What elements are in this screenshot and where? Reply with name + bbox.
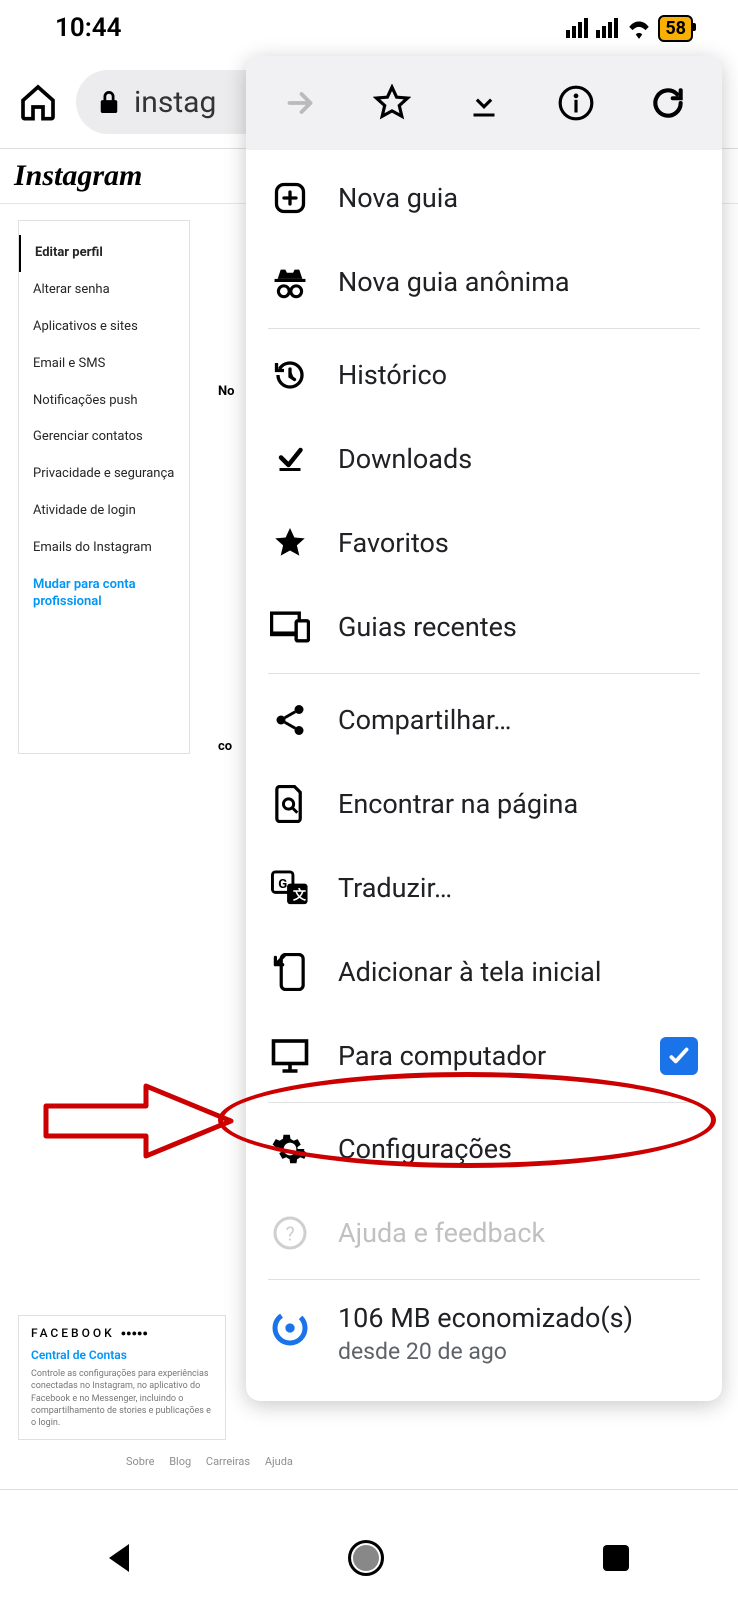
desktop-icon [270,1036,310,1076]
menu-find[interactable]: Encontrar na página [246,762,722,846]
menu-separator [268,1102,700,1103]
cutoff-text-2: co [218,739,235,754]
star-icon[interactable] [372,83,412,123]
gear-icon [270,1129,310,1169]
content-cutoff: No co [190,204,235,754]
facebook-accounts-center[interactable]: FACEBOOK●●●●● Central de Contas Controle… [18,1315,226,1440]
menu-help[interactable]: ? Ajuda e feedback [246,1191,722,1275]
android-nav-bar [0,1516,738,1600]
menu-desktop-site[interactable]: Para computador [246,1014,722,1098]
menu-history[interactable]: Histórico [246,333,722,417]
checkbox-checked-icon[interactable] [660,1037,698,1075]
share-icon [270,700,310,740]
status-icons: 58 [566,15,693,42]
history-icon [270,355,310,395]
home-icon[interactable] [18,82,58,122]
footer-link[interactable]: Blog [169,1455,191,1468]
help-icon: ? [270,1213,310,1253]
menu-incognito[interactable]: Nova guia anônima [246,240,722,324]
menu-bookmarks[interactable]: Favoritos [246,501,722,585]
sidebar-item-contacts[interactable]: Gerenciar contatos [19,419,189,456]
svg-text:G: G [278,877,287,892]
menu-downloads[interactable]: Downloads [246,417,722,501]
menu-label: Downloads [338,443,472,475]
lock-icon [98,89,120,115]
status-bar: 10:44 58 [0,0,738,56]
menu-toolbar [246,56,722,150]
sidebar-item-push[interactable]: Notificações push [19,383,189,420]
separator [0,1489,738,1490]
signal-icon-2 [596,18,618,38]
sidebar-item-emails[interactable]: Emails do Instagram [19,530,189,567]
annotation-arrow [36,1076,236,1166]
data-saver-since: desde 20 de ago [338,1338,633,1365]
info-icon[interactable] [556,83,596,123]
sidebar-item-privacy[interactable]: Privacidade e segurança [19,456,189,493]
menu-separator [268,673,700,674]
menu-label: Nova guia anônima [338,266,570,298]
battery-indicator: 58 [658,15,693,42]
menu-label: Histórico [338,359,447,391]
devices-icon [270,607,310,647]
home-button[interactable] [348,1540,384,1576]
sidebar-item-email-sms[interactable]: Email e SMS [19,346,189,383]
sidebar-item-edit-profile[interactable]: Editar perfil [19,235,189,272]
find-in-page-icon [270,784,310,824]
chrome-menu: Nova guia Nova guia anônima Histórico Do… [246,56,722,1401]
facebook-brand: FACEBOOK●●●●● [31,1326,213,1340]
svg-text:文: 文 [293,887,307,904]
footer-nav: Sobre Blog Carreiras Ajuda [120,1455,299,1468]
menu-recent-tabs[interactable]: Guias recentes [246,585,722,669]
menu-share[interactable]: Compartilhar… [246,678,722,762]
signal-icon-1 [566,18,588,38]
back-button[interactable] [109,1544,129,1572]
sidebar-item-switch-pro[interactable]: Mudar para conta profissional [19,567,189,621]
sidebar-item-apps[interactable]: Aplicativos e sites [19,309,189,346]
menu-separator [268,328,700,329]
data-saver-icon [270,1308,310,1348]
menu-label: Ajuda e feedback [338,1217,545,1249]
settings-sidebar: Editar perfil Alterar senha Aplicativos … [18,220,190,754]
menu-label: Adicionar à tela inicial [338,956,601,988]
menu-translate[interactable]: G文 Traduzir… [246,846,722,930]
incognito-icon [270,262,310,302]
menu-label: Encontrar na página [338,788,578,820]
menu-label: Traduzir… [338,872,452,904]
menu-label: Para computador [338,1040,546,1072]
menu-add-to-home[interactable]: Adicionar à tela inicial [246,930,722,1014]
footer-link[interactable]: Sobre [126,1455,154,1468]
menu-settings[interactable]: Configurações [246,1107,722,1191]
url-text: instag [134,85,216,120]
download-icon[interactable] [464,83,504,123]
add-to-home-icon [270,952,310,992]
accounts-center-desc: Controle as configurações para experiênc… [31,1368,213,1429]
footer-link[interactable]: Ajuda [265,1455,293,1468]
menu-label: Compartilhar… [338,704,511,736]
cutoff-text-1: No [218,384,235,399]
sidebar-item-change-password[interactable]: Alterar senha [19,272,189,309]
plus-square-icon [270,178,310,218]
menu-data-saver[interactable]: 106 MB economizado(s) desde 20 de ago [246,1284,722,1383]
accounts-center-link[interactable]: Central de Contas [31,1348,213,1362]
star-filled-icon [270,523,310,563]
wifi-icon [626,17,652,39]
recents-button[interactable] [603,1545,629,1571]
forward-icon[interactable] [280,83,320,123]
reload-icon[interactable] [648,83,688,123]
svg-text:?: ? [286,1223,295,1246]
sidebar-item-login-activity[interactable]: Atividade de login [19,493,189,530]
menu-label: Configurações [338,1133,512,1165]
footer-link[interactable]: Carreiras [206,1455,250,1468]
menu-separator [268,1279,700,1280]
clock: 10:44 [55,13,122,43]
menu-label: Favoritos [338,527,449,559]
menu-label: Nova guia [338,182,458,214]
menu-new-tab[interactable]: Nova guia [246,156,722,240]
menu-label: Guias recentes [338,611,517,643]
download-check-icon [270,439,310,479]
translate-icon: G文 [270,868,310,908]
data-saver-amount: 106 MB economizado(s) [338,1302,633,1334]
